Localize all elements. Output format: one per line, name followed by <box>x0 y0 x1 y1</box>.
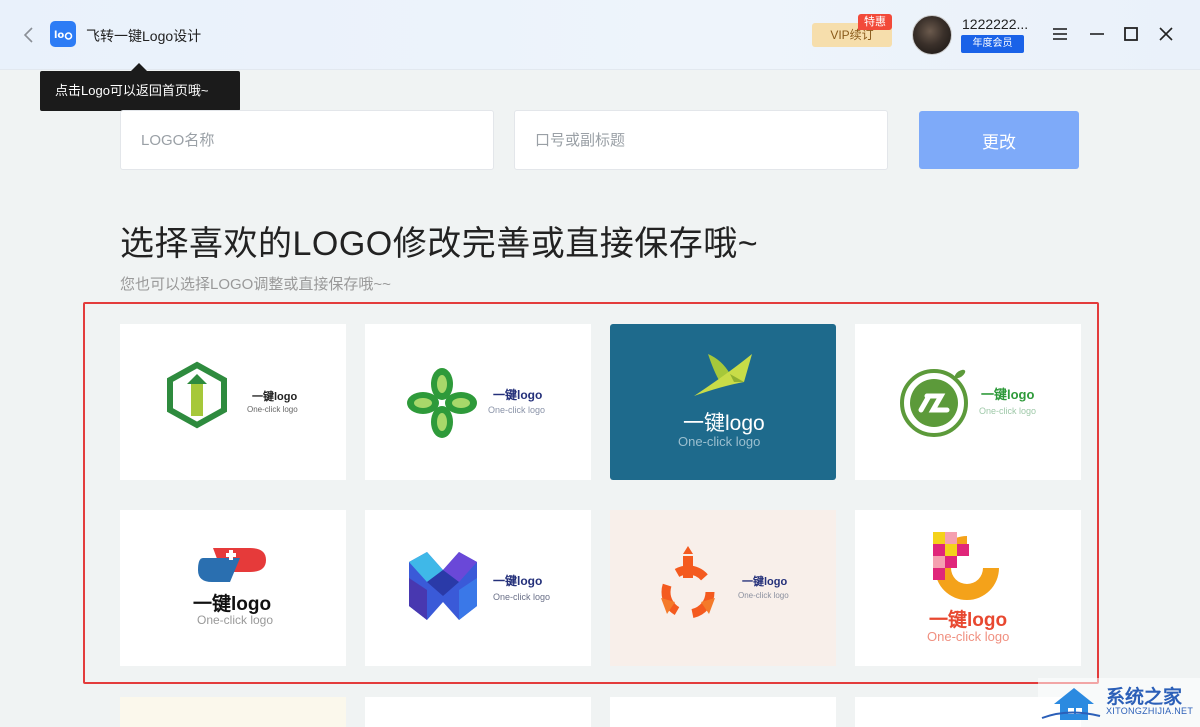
logo-card-4[interactable]: 一键logo One-click logo <box>855 324 1081 480</box>
triskelion-logo-icon <box>661 546 715 619</box>
logo-card-title: 一键logo <box>683 412 765 435</box>
subtitle-input[interactable] <box>514 110 888 170</box>
logo-card-subtitle: One-click logo <box>488 405 546 415</box>
change-button[interactable]: 更改 <box>919 111 1079 169</box>
logo-card-subtitle: One-click logo <box>927 629 1010 644</box>
logo-name-input[interactable] <box>120 110 494 170</box>
logo-card-title: 一键logo <box>193 594 272 615</box>
logo-card-8[interactable]: 一键logo One-click logo <box>855 510 1081 666</box>
logo-card-subtitle: One-click logo <box>678 434 761 449</box>
minimize-icon[interactable] <box>1087 24 1107 44</box>
logo-card-title: 一键logo <box>252 391 298 403</box>
close-icon[interactable] <box>1156 24 1176 44</box>
logo-card-7[interactable]: 一键logo One-click logo <box>610 510 836 666</box>
watermark-subtitle: XITONGZHIJIA.NET <box>1106 706 1194 716</box>
clover-logo-icon <box>407 368 477 438</box>
logo-card-title: 一键logo <box>929 610 1008 631</box>
page-title: 选择喜欢的LOGO修改完善或直接保存哦~ <box>120 225 759 263</box>
watermark-title: 系统之家 <box>1106 687 1183 708</box>
avatar[interactable] <box>912 15 952 55</box>
logo-card-subtitle: One-click logo <box>197 613 274 627</box>
svg-text:lo: lo <box>54 30 64 41</box>
logo-card-title: 一键logo <box>742 576 788 588</box>
logo-card-subtitle: One-click logo <box>493 592 551 602</box>
app-logo-icon[interactable]: lo <box>50 21 76 47</box>
circle-s-logo-icon <box>900 369 968 437</box>
vip-discount-badge: 特惠 <box>858 14 892 30</box>
logo-card-6[interactable]: 一键logo One-click logo <box>365 510 591 666</box>
logo-card-1[interactable]: 一键logo One-click logo <box>120 324 346 480</box>
logo-card-subtitle: One-click logo <box>979 406 1037 416</box>
logo-card-partial-1[interactable] <box>120 697 346 727</box>
logo-card-title: 一键logo <box>493 388 543 402</box>
logo-card-title: 一键logo <box>981 387 1035 402</box>
member-badge: 年度会员 <box>961 35 1024 53</box>
app-title[interactable]: 飞转一键Logo设计 <box>86 26 201 46</box>
logo-card-subtitle: One-click logo <box>247 405 298 414</box>
logo-card-2[interactable]: 一键logo One-click logo <box>365 324 591 480</box>
logo-card-subtitle: One-click logo <box>738 591 789 600</box>
pill-logo-icon <box>198 548 266 582</box>
tooltip-arrow <box>131 63 147 71</box>
maximize-icon[interactable] <box>1121 24 1141 44</box>
menu-icon[interactable] <box>1050 24 1070 44</box>
logo-card-partial-2[interactable] <box>365 697 591 727</box>
username[interactable]: 1222222... <box>962 16 1028 32</box>
back-arrow-icon[interactable] <box>18 24 40 46</box>
page-subtitle: 您也可以选择LOGO调整或直接保存哦~~ <box>120 276 391 293</box>
hexagon-logo-icon <box>167 361 227 429</box>
x-swoosh-logo-icon <box>694 354 752 396</box>
logo-card-title: 一键logo <box>493 574 543 588</box>
logo-card-3[interactable]: 一键logo One-click logo <box>610 324 836 480</box>
logo-card-5[interactable]: 一键logo One-click logo <box>120 510 346 666</box>
tooltip: 点击Logo可以返回首页哦~ <box>40 71 240 111</box>
m-cube-logo-icon <box>409 552 477 620</box>
logo-card-partial-3[interactable] <box>610 697 836 727</box>
